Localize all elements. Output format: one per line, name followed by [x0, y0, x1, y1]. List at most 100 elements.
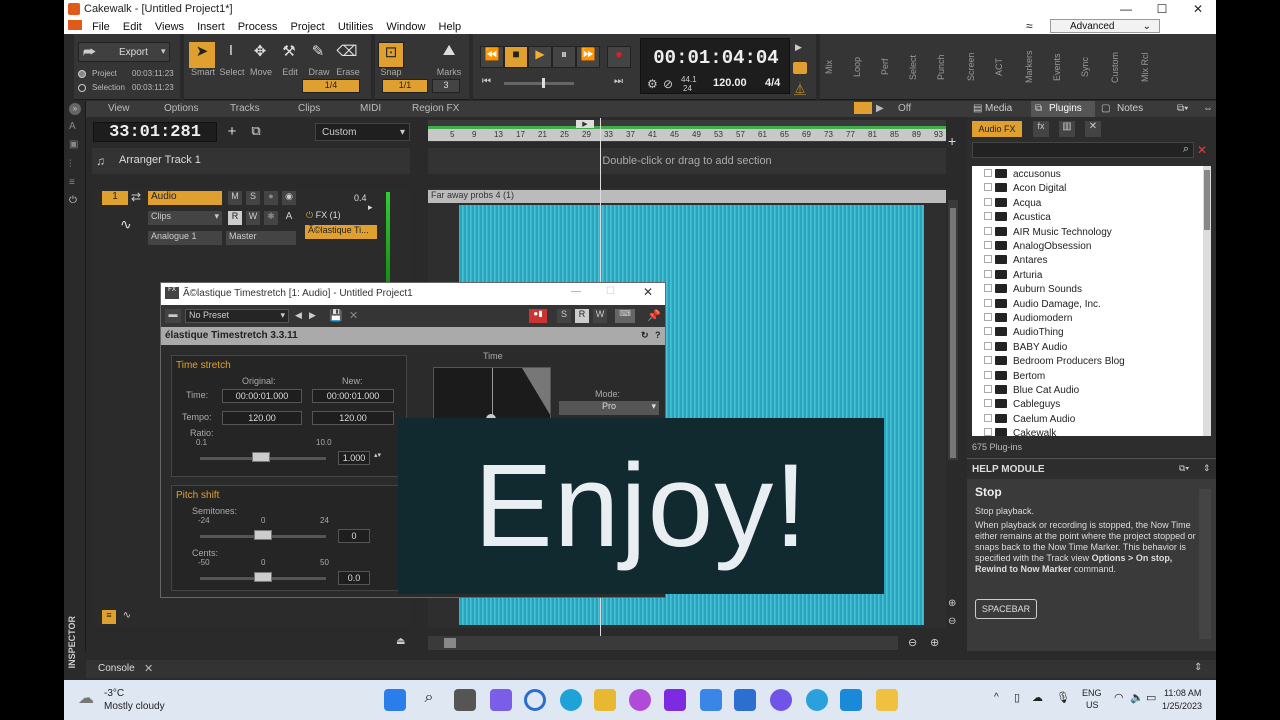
snap-value-select[interactable]: 1/1 — [382, 79, 428, 93]
marks-value-select[interactable]: 3 — [432, 79, 460, 93]
help-layout-icon[interactable]: ⧉▾ — [1179, 463, 1189, 474]
expand-icon[interactable] — [984, 356, 992, 365]
plugin-vendor-item[interactable]: AIR Music Technology — [984, 226, 1112, 241]
new-time-field[interactable]: 00:00:01.000 — [312, 389, 394, 403]
semitones-slider-thumb[interactable] — [254, 530, 272, 540]
events-module[interactable]: Events — [1052, 38, 1070, 96]
metronome-icon[interactable]: ⚙ — [647, 77, 658, 91]
next-preset-icon[interactable]: ▶ — [309, 310, 316, 321]
snap-icon[interactable]: ⊡ — [378, 42, 404, 68]
task-view-icon[interactable] — [454, 689, 476, 711]
mix-recall-module[interactable]: Mix Rcl — [1140, 38, 1158, 96]
expand-icon[interactable] — [984, 341, 992, 350]
plugin-vendor-item[interactable]: Audiomodern — [984, 313, 1072, 327]
plugin-vendor-item[interactable]: Cakewalk — [984, 428, 1056, 436]
telegram-icon[interactable] — [806, 689, 828, 711]
horizontal-scrollbar[interactable] — [428, 636, 898, 650]
inspector-label[interactable]: INSPECTOR — [67, 616, 83, 668]
play-button[interactable]: ▶ — [528, 46, 552, 68]
markers-module[interactable]: Markers — [1024, 38, 1042, 96]
plugin-vendor-item[interactable]: Cableguys — [984, 399, 1060, 413]
expand-icon[interactable] — [984, 327, 992, 336]
solo-button[interactable]: S — [246, 191, 260, 205]
trackview-menu-midi[interactable]: MIDI — [360, 103, 381, 114]
now-marker-icon[interactable]: ▶ — [576, 120, 594, 128]
audio-fx-button[interactable]: Audio FX — [972, 121, 1022, 137]
help-scrollbar[interactable] — [1199, 489, 1211, 639]
project-radio[interactable] — [78, 70, 86, 78]
input-select[interactable]: Analogue 1 — [148, 231, 222, 245]
plugin-list[interactable]: accusonus Acon Digital Acqua Acustica AIR Mu… — [972, 166, 1204, 436]
off-select[interactable]: Off — [898, 103, 911, 114]
zoom-out-vertical-icon[interactable]: ⊖ — [948, 616, 956, 627]
go-to-start-icon[interactable]: ⏮ — [482, 76, 491, 87]
usb-icon[interactable]: ▯ — [1014, 691, 1020, 704]
original-time-field[interactable]: 00:00:01.000 — [222, 389, 302, 403]
scrollbar-thumb[interactable] — [444, 638, 456, 648]
volume-icon[interactable]: 🔈 — [1130, 691, 1144, 704]
ratio-field[interactable]: 1.000 — [338, 451, 370, 465]
refresh-icon[interactable]: ↻ — [641, 330, 649, 341]
rewind-button[interactable]: ⏪ — [480, 46, 504, 68]
chat-icon[interactable] — [490, 689, 512, 711]
record-button[interactable]: ● — [607, 46, 631, 68]
pen-icon[interactable] — [700, 689, 722, 711]
plugin-vendor-item[interactable]: Arturia — [984, 269, 1042, 284]
menu-help[interactable]: Help — [434, 20, 467, 34]
weather-temp[interactable]: -3°C — [104, 688, 124, 699]
add-ruler-icon[interactable]: + — [948, 133, 956, 149]
archive-icon[interactable]: A — [282, 211, 296, 225]
expand-icon[interactable]: » — [69, 103, 81, 115]
midi-input-icon[interactable]: ●▮ — [529, 309, 547, 323]
expand-icon[interactable] — [984, 212, 992, 221]
edge-icon[interactable] — [560, 689, 582, 711]
sync-module[interactable]: Sync — [1080, 38, 1098, 96]
save-preset-icon[interactable]: 💾 — [329, 309, 343, 322]
clip-title[interactable]: Far away probs 4 (1) — [428, 190, 946, 203]
menu-window[interactable]: Window — [381, 20, 430, 34]
plugin-vendor-item[interactable]: Bertom — [984, 370, 1045, 385]
clips-select[interactable]: Clips ▾ — [148, 211, 222, 225]
mix-module[interactable]: Mix — [824, 38, 842, 96]
act-module[interactable]: ACT — [994, 38, 1012, 96]
fx-power-icon[interactable]: ⏻ — [306, 210, 313, 220]
app-menu-icon[interactable] — [68, 20, 82, 30]
tab-media[interactable]: Media — [985, 103, 1012, 114]
options-icon[interactable]: ✕ — [1085, 121, 1101, 137]
track-name[interactable]: Audio — [148, 191, 222, 205]
language-label[interactable]: ENG — [1082, 688, 1102, 698]
tab-notes[interactable]: Notes — [1117, 103, 1143, 114]
plugin-vendor-item[interactable]: BABY Audio — [984, 341, 1067, 356]
plugin-search-input[interactable]: ⌕ — [972, 142, 1194, 158]
edit-tool-icon[interactable]: ⚒ — [276, 42, 302, 68]
delete-preset-icon[interactable]: ✕ — [349, 309, 358, 322]
fx-chain-icon[interactable]: fx — [1033, 121, 1049, 137]
plugin-vendor-item[interactable]: AnalogObsession — [984, 241, 1091, 255]
plugin-list-scrollbar[interactable] — [1203, 166, 1211, 436]
sidechain-button[interactable]: S — [557, 309, 571, 323]
trackview-menu-view[interactable]: View — [108, 103, 130, 114]
erase-tool-icon[interactable]: ⌫ — [334, 42, 360, 68]
read-automation-button[interactable]: R — [228, 211, 242, 225]
expand-icon[interactable] — [984, 241, 992, 249]
read-button[interactable]: R — [575, 309, 589, 323]
plugin-menu-icon[interactable]: ▬ — [165, 309, 181, 323]
mic-icon[interactable]: 🎙 — [1056, 691, 1070, 704]
marks-icon[interactable]: ⛰ — [436, 42, 462, 68]
plugin-vendor-item[interactable]: Acustica — [984, 212, 1051, 226]
pin-icon[interactable]: 📌 — [647, 309, 661, 322]
tab-plugins[interactable]: Plugins — [1049, 103, 1082, 114]
new-tempo-field[interactable]: 120.00 — [312, 411, 394, 425]
media-player-icon[interactable] — [629, 689, 651, 711]
zoom-in-vertical-icon[interactable]: ⊕ — [948, 598, 956, 609]
maximize-icon[interactable]: ☐ — [606, 286, 615, 297]
trackview-menu-tracks[interactable]: Tracks — [230, 103, 260, 114]
image-icon[interactable]: ▣ — [69, 139, 78, 150]
select-module[interactable]: Select — [908, 38, 926, 96]
menu-views[interactable]: Views — [150, 20, 189, 34]
custom-module[interactable]: Custom — [1110, 38, 1128, 96]
arranger-track-header[interactable]: ♫ Arranger Track 1 — [92, 148, 410, 174]
help-icon[interactable]: ? — [655, 330, 661, 340]
screen-module[interactable]: Screen — [966, 38, 984, 96]
snap-to-grid-toggle[interactable] — [854, 102, 872, 114]
